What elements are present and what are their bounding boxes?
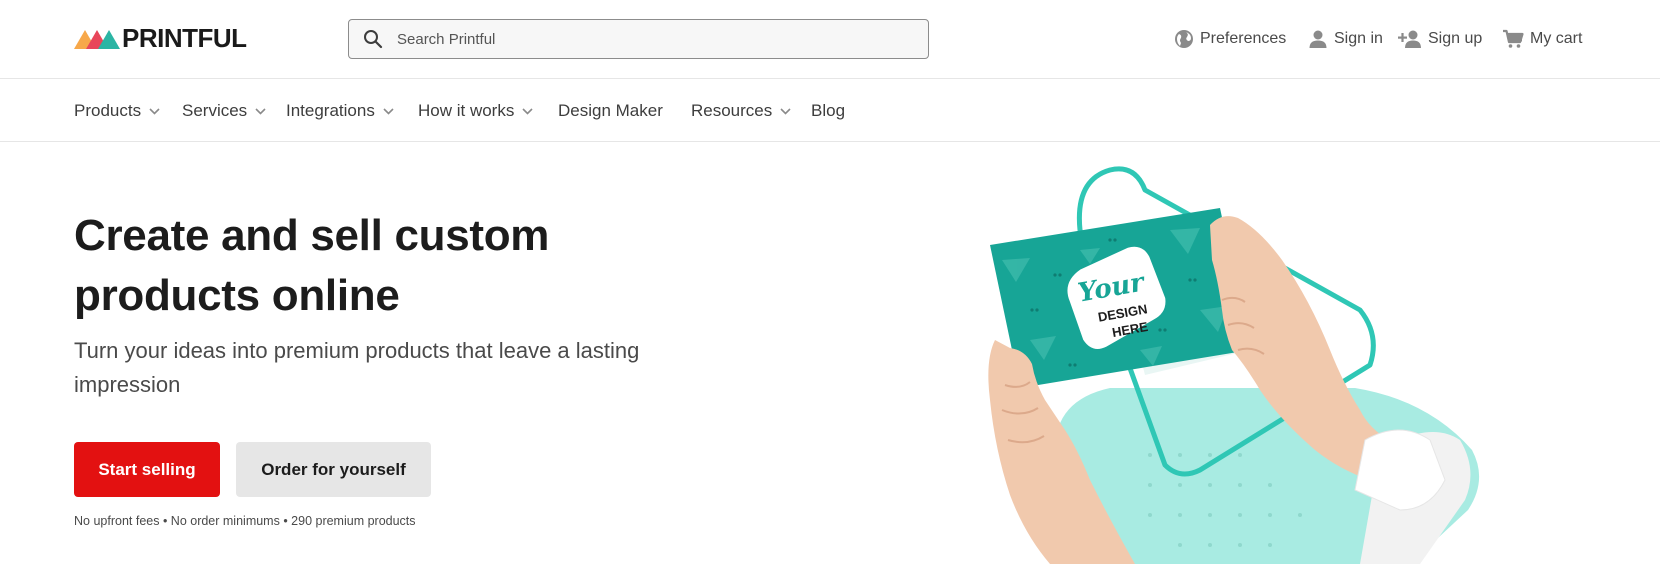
preferences-label: Preferences (1200, 30, 1287, 47)
my-cart-link[interactable]: My cart (1502, 27, 1582, 51)
sign-up-link[interactable]: Sign up (1398, 27, 1482, 51)
nav-item-design-maker[interactable]: Design Maker (558, 100, 663, 122)
nav-item-label: Integrations (286, 101, 375, 120)
nav-item-label: Services (182, 101, 248, 120)
printful-logo[interactable]: PRINTFUL (74, 25, 247, 51)
search-box[interactable] (348, 19, 929, 59)
sign-in-link[interactable]: Sign in (1308, 27, 1383, 51)
nav-item-products[interactable]: Products (74, 100, 160, 122)
nav-item-how-it-works[interactable]: How it works (418, 100, 533, 122)
my-cart-label: My cart (1530, 30, 1583, 47)
order-for-yourself-button[interactable]: Order for yourself (236, 442, 431, 497)
nav-item-label: Resources (691, 101, 773, 120)
globe-icon (1175, 30, 1193, 48)
start-selling-button[interactable]: Start selling (74, 442, 220, 497)
hero-title-line-1: Create and sell custom (74, 211, 550, 260)
chevron-down-icon (383, 107, 394, 115)
top-bar: PRINTFUL Preferences Sign in Sign up (0, 0, 1660, 79)
hero-title: Create and sell custom products online (74, 206, 714, 326)
nav-item-resources[interactable]: Resources (691, 100, 791, 122)
hero-subtitle: Turn your ideas into premium products th… (74, 338, 640, 397)
user-icon (1309, 30, 1327, 48)
logo-text: PRINTFUL (122, 23, 247, 53)
search-input[interactable] (397, 21, 877, 57)
nav-item-integrations[interactable]: Integrations (286, 100, 394, 122)
user-plus-icon (1398, 30, 1421, 48)
nav-item-label: Products (74, 101, 142, 120)
chevron-down-icon (780, 107, 791, 115)
nav-item-blog[interactable]: Blog (811, 100, 845, 122)
chevron-down-icon (255, 107, 266, 115)
sign-up-label: Sign up (1428, 30, 1483, 47)
nav-item-services[interactable]: Services (182, 100, 266, 122)
cart-icon (1503, 29, 1524, 48)
preferences-link[interactable]: Preferences (1174, 27, 1286, 51)
hero-title-line-2: products online (74, 271, 400, 320)
sign-in-label: Sign in (1334, 30, 1383, 47)
main-nav: Products Services Integrations How it wo… (0, 79, 1660, 142)
hero-benefits-note: No upfront fees • No order minimums • 29… (74, 514, 416, 528)
hero-illustration: Your DESIGN HERE (988, 166, 1480, 564)
nav-item-label: Design Maker (558, 101, 663, 120)
chevron-down-icon (149, 107, 160, 115)
search-icon[interactable] (363, 29, 383, 49)
nav-item-label: Blog (811, 101, 846, 120)
printful-logo-mark-icon (74, 30, 120, 49)
nav-item-label: How it works (418, 101, 515, 120)
chevron-down-icon (522, 107, 533, 115)
